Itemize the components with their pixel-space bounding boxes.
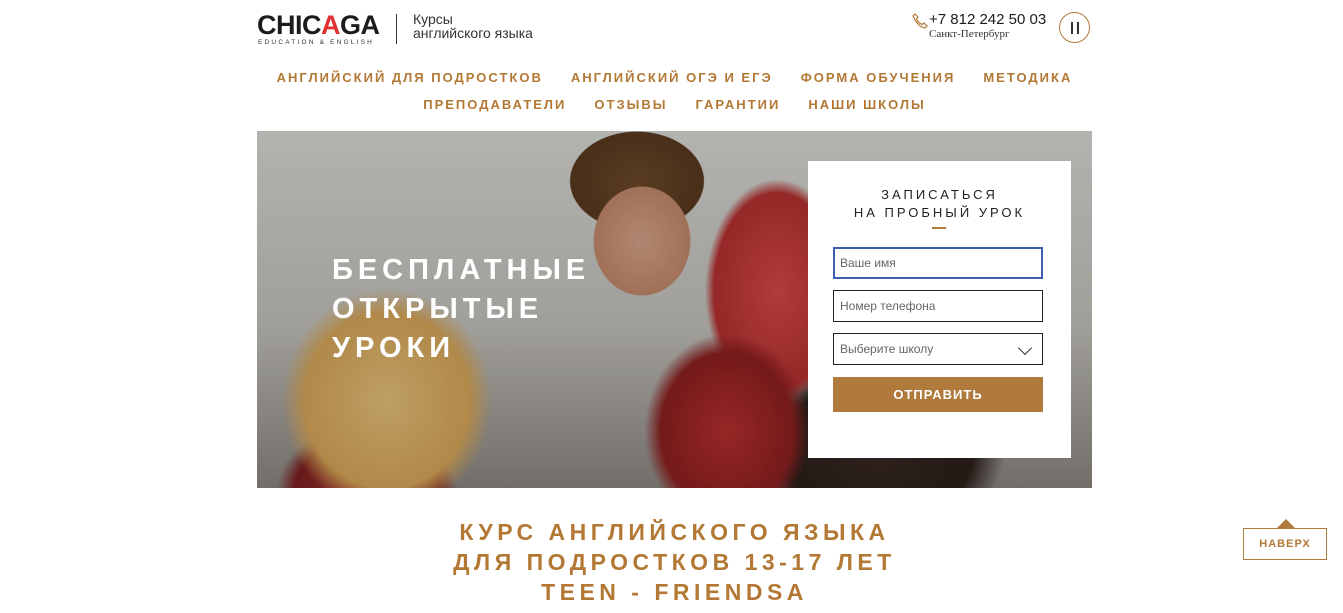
nav-row-2: Преподаватели Отзывы Гарантии Наши школы — [257, 91, 1092, 118]
nav-item-teens[interactable]: Английский для подростков — [277, 70, 543, 85]
nav-item-study-form[interactable]: Форма обучения — [801, 70, 956, 85]
nav-item-schools[interactable]: Наши школы — [808, 97, 925, 112]
phone-icon — [912, 13, 928, 29]
pause-button[interactable] — [1059, 12, 1090, 43]
form-title-divider — [932, 227, 946, 229]
nav-item-reviews[interactable]: Отзывы — [594, 97, 667, 112]
course-heading: Курс английского языка для подростков 13… — [453, 519, 896, 605]
pause-icon — [1071, 22, 1073, 34]
site-tagline: Курсы английского языка — [413, 11, 533, 41]
logo-wordmark: CHICAGA — [257, 10, 380, 40]
logo-subtitle: EDUCATION & ENGLISH — [258, 39, 375, 46]
phone-input[interactable]: Номер телефона — [833, 290, 1043, 322]
phone-number[interactable]: +7 812 242 50 03 — [929, 11, 1046, 28]
nav-item-guarantees[interactable]: Гарантии — [695, 97, 780, 112]
nav-row-1: Английский для подростков Английский ОГЭ… — [257, 64, 1092, 91]
nav-item-method[interactable]: Методика — [983, 70, 1072, 85]
name-input[interactable]: Ваше имя — [833, 247, 1043, 279]
logo-divider — [396, 14, 397, 44]
header: CHICAGA EDUCATION & ENGLISH Курсы англий… — [257, 0, 1092, 60]
submit-button[interactable]: Отправить — [833, 377, 1043, 412]
form-title: Записаться на пробный урок — [853, 187, 1026, 220]
nav-item-teachers[interactable]: Преподаватели — [423, 97, 566, 112]
back-to-top-button[interactable]: НАВЕРХ — [1243, 528, 1327, 560]
chevron-down-icon — [1017, 340, 1033, 356]
trial-lesson-form: Записаться на пробный урок Ваше имя Номе… — [808, 161, 1071, 458]
city-label: Санкт-Петербург — [929, 28, 1010, 40]
main-nav: Английский для подростков Английский ОГЭ… — [257, 64, 1092, 118]
arrow-up-icon — [1277, 519, 1295, 528]
pause-icon — [1077, 22, 1079, 34]
hero-title: Бесплатные открытые уроки — [332, 254, 591, 364]
logo[interactable]: CHICAGA EDUCATION & ENGLISH — [257, 10, 385, 47]
nav-item-oge-ege[interactable]: Английский ОГЭ и ЕГЭ — [571, 70, 773, 85]
school-select-value: Выберите школу — [840, 342, 934, 356]
school-select[interactable]: Выберите школу — [833, 333, 1043, 365]
